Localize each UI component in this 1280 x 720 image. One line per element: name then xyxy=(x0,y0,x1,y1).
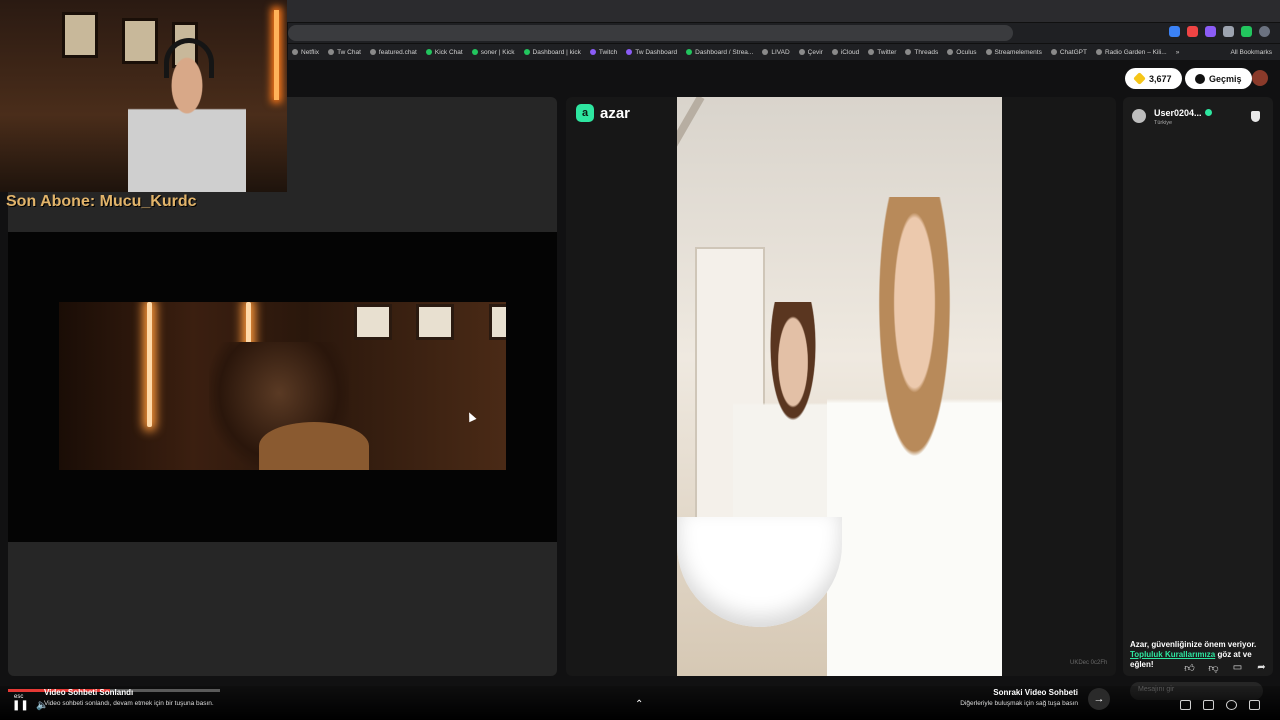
bookmark-item[interactable]: Çevir xyxy=(798,49,823,56)
user-avatar[interactable] xyxy=(1132,109,1146,123)
extension-icon[interactable] xyxy=(1187,26,1198,37)
lamp-light xyxy=(147,302,152,427)
remote-person xyxy=(827,197,1002,676)
browser-toolbar xyxy=(288,23,1280,43)
extension-icon[interactable] xyxy=(1241,26,1252,37)
bookmark-icon xyxy=(686,49,693,55)
bookmark-item[interactable]: featured.chat xyxy=(369,49,417,56)
more-bookmarks-chevron[interactable]: » xyxy=(1176,49,1180,56)
bookmark-item[interactable]: Streamelements xyxy=(985,49,1042,56)
bookmark-icon xyxy=(905,49,912,55)
all-bookmarks[interactable]: All Bookmarks xyxy=(1230,49,1280,56)
wall-frame xyxy=(489,304,506,340)
player-tray xyxy=(1180,700,1260,710)
bookmark-icon xyxy=(762,49,769,55)
next-chat-button[interactable]: → xyxy=(1088,688,1110,710)
bookmark-icon xyxy=(868,49,875,55)
azar-logo[interactable]: a azar xyxy=(576,104,630,122)
bookmark-item[interactable]: Threads xyxy=(905,49,938,56)
bookmark-item[interactable]: soner | Kick xyxy=(471,49,515,56)
bookmark-item[interactable]: iCloud xyxy=(831,49,859,56)
verified-icon xyxy=(1204,109,1212,116)
chat-bubble-icon[interactable]: ▭ xyxy=(1232,662,1243,673)
extension-icon[interactable] xyxy=(1169,26,1180,37)
remote-id-tag: UKDec 0c2Fh xyxy=(1070,660,1108,666)
extension-icon[interactable] xyxy=(1223,26,1234,37)
bookmark-item[interactable]: Twitter xyxy=(868,49,896,56)
lamp-light xyxy=(274,10,279,100)
bookmark-icon xyxy=(1050,49,1057,55)
chat-ended-subtitle: Video sohbeti sonlandı, devam etmek için… xyxy=(44,700,214,707)
bookmark-item[interactable]: Tw Chat xyxy=(328,49,361,56)
subtitles-icon[interactable] xyxy=(1180,700,1191,710)
diamond-balance-button[interactable]: 3,677 xyxy=(1125,68,1182,89)
wall-frame xyxy=(62,12,98,58)
bookmark-icon xyxy=(831,49,838,55)
bookmark-item[interactable]: Oculus xyxy=(947,49,977,56)
history-label: Geçmiş xyxy=(1209,73,1242,84)
bookmarks-bar: Netflix Tw Chat featured.chat Kick Chat … xyxy=(288,44,1280,60)
bookmark-icon xyxy=(626,49,633,55)
bookmark-item[interactable]: LIVAD xyxy=(762,49,790,56)
bookmark-icon xyxy=(471,49,478,55)
remote-video-feed xyxy=(677,97,1002,676)
address-bar[interactable] xyxy=(288,25,1013,41)
settings-icon[interactable] xyxy=(1226,700,1237,710)
bookmark-icon xyxy=(425,49,432,55)
bookmark-item[interactable]: Tw Dashboard xyxy=(626,49,677,56)
bookmark-icon xyxy=(523,49,530,55)
clock-icon xyxy=(1195,73,1205,84)
fullscreen-icon[interactable] xyxy=(1249,700,1260,710)
history-button[interactable]: Geçmiş xyxy=(1185,68,1252,89)
bookmark-item[interactable]: ChatGPT xyxy=(1050,49,1087,56)
profile-icon[interactable] xyxy=(1259,26,1270,37)
remote-username[interactable]: User0204... xyxy=(1154,108,1212,118)
profile-avatar[interactable] xyxy=(1252,70,1268,86)
wall-frame xyxy=(354,304,392,340)
chat-actions: 👍︎ 👎︎ ▭ ➦ xyxy=(1184,662,1267,674)
thumbs-up-icon[interactable]: 👍︎ xyxy=(1184,662,1195,674)
bookmark-item[interactable]: Kick Chat xyxy=(425,49,463,56)
bookmark-icon xyxy=(985,49,992,55)
bookmark-item[interactable]: Twitch xyxy=(589,49,617,56)
bookmark-item[interactable]: Dashboard / Strea... xyxy=(686,49,753,56)
extension-icons xyxy=(1169,26,1270,37)
chevron-up-icon[interactable]: ⌃ xyxy=(635,699,643,710)
user-country: Türkiye xyxy=(1154,120,1173,126)
extension-icon[interactable] xyxy=(1205,26,1216,37)
last-subscriber-banner: Son Abone: Mucu_Kurdc xyxy=(6,193,197,210)
bookmark-item[interactable]: Radio Garden – Kili... xyxy=(1095,49,1167,56)
report-shield-icon[interactable] xyxy=(1251,111,1260,122)
guitar xyxy=(259,422,369,470)
diamond-count: 3,677 xyxy=(1149,73,1172,84)
bowl xyxy=(677,517,842,627)
bookmark-icon xyxy=(1095,49,1102,55)
bookmark-icon xyxy=(369,49,376,55)
local-video-feed xyxy=(59,302,506,470)
community-rules-link[interactable]: Topluluk Kurallarımıza xyxy=(1130,650,1215,659)
diamond-icon xyxy=(1133,72,1146,85)
chat-ended-title: Video Sohbeti Sonlandı xyxy=(44,688,134,697)
bookmark-icon xyxy=(589,49,596,55)
streamer-webcam xyxy=(0,0,287,192)
wall-frame xyxy=(416,304,454,340)
thumbs-down-icon[interactable]: 👎︎ xyxy=(1208,662,1219,674)
share-icon[interactable]: ➦ xyxy=(1256,662,1267,673)
chat-panel xyxy=(1123,97,1273,676)
azar-wordmark: azar xyxy=(600,104,631,122)
pause-icon[interactable]: ❚❚ xyxy=(12,700,29,711)
azar-logo-icon: a xyxy=(576,104,594,122)
bookmark-icon xyxy=(328,49,335,55)
next-chat-subtitle: Diğerleriyle buluşmak için sağ tuşa bası… xyxy=(960,700,1078,707)
next-chat-title: Sonraki Video Sohbeti xyxy=(993,688,1078,697)
bookmark-icon xyxy=(947,49,954,55)
bookmark-icon xyxy=(292,49,298,55)
bookmark-item[interactable]: Netflix xyxy=(292,49,319,56)
curtain-rail xyxy=(677,97,705,247)
bookmark-icon xyxy=(798,49,805,55)
miniplayer-icon[interactable] xyxy=(1203,700,1214,710)
bookmark-item[interactable]: Dashboard | kick xyxy=(523,49,581,56)
